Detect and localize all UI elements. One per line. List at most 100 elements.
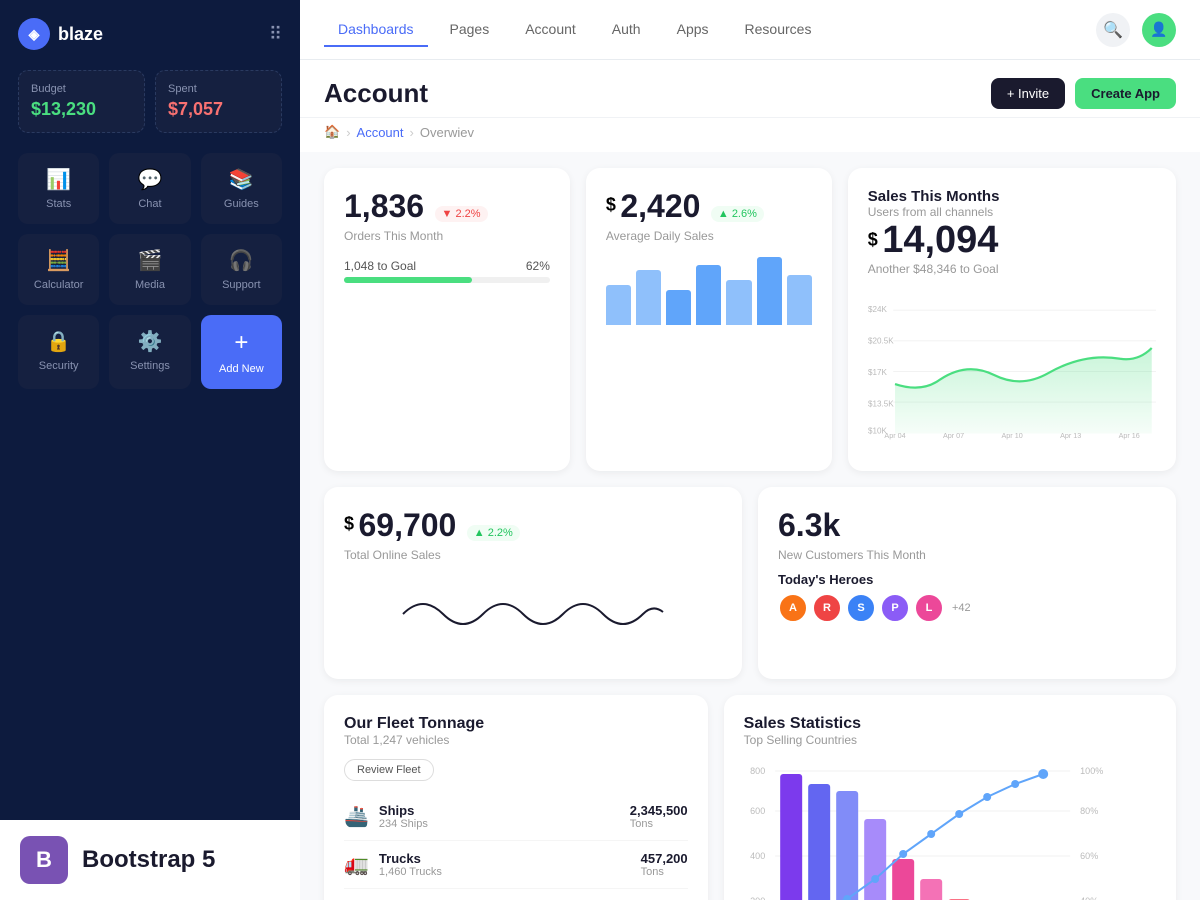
bootstrap-text: Bootstrap 5	[82, 846, 215, 874]
dollar-sign: $	[606, 195, 616, 215]
progress-text: 1,048 to Goal	[344, 259, 416, 273]
fleet-sub: Total 1,247 vehicles	[344, 733, 688, 747]
nav-account[interactable]: Account	[511, 13, 590, 47]
svg-text:40%: 40%	[1080, 896, 1098, 900]
fleet-card: Our Fleet Tonnage Total 1,247 vehicles R…	[324, 695, 708, 900]
spent-label: Spent	[168, 83, 269, 95]
breadcrumb-account[interactable]: Account	[357, 125, 404, 140]
budget-row: Budget $13,230 Spent $7,057	[18, 70, 282, 133]
sidebar-item-guides[interactable]: 📚 Guides	[201, 153, 282, 224]
orders-value: 1,836	[344, 188, 424, 224]
sidebar-item-label: Settings	[130, 360, 170, 372]
nav-auth[interactable]: Auth	[598, 13, 655, 47]
fleet-row-trucks: 🚛 Trucks 1,460 Trucks 457,200 Tons	[344, 841, 688, 889]
bar-1	[606, 285, 631, 325]
sidebar-item-stats[interactable]: 📊 Stats	[18, 153, 99, 224]
bootstrap-icon: B	[20, 836, 68, 884]
dollar-sign-2: $	[868, 230, 878, 250]
add-icon: +	[234, 329, 248, 357]
fleet-value: 2,345,500	[630, 803, 688, 818]
sidebar-item-media[interactable]: 🎬 Media	[109, 234, 190, 305]
sidebar-item-security[interactable]: 🔒 Security	[18, 315, 99, 389]
sidebar-item-add-new[interactable]: + Add New	[201, 315, 282, 389]
fleet-row-ships: 🚢 Ships 234 Ships 2,345,500 Tons	[344, 793, 688, 841]
svg-text:$17K: $17K	[868, 368, 888, 377]
orders-value-row: 1,836 ▼ 2.2%	[344, 188, 550, 225]
topnav-links: Dashboards Pages Account Auth Apps Resou…	[324, 13, 825, 47]
breadcrumb-overview: Overwiev	[420, 125, 474, 140]
svg-text:60%: 60%	[1080, 851, 1098, 861]
avg-sales-badge: ▲ 2.6%	[711, 206, 764, 222]
svg-text:600: 600	[750, 806, 765, 816]
sidebar-item-calculator[interactable]: 🧮 Calculator	[18, 234, 99, 305]
logo-text: blaze	[58, 24, 103, 45]
sidebar-item-label: Stats	[46, 198, 71, 210]
page-header-actions: + Invite Create App	[991, 78, 1176, 109]
progress-bar-bg	[344, 277, 550, 283]
sidebar-item-label: Media	[135, 279, 165, 291]
svg-text:80%: 80%	[1080, 806, 1098, 816]
create-app-button[interactable]: Create App	[1075, 78, 1176, 109]
fleet-count: 234 Ships	[379, 818, 428, 830]
avg-sales-value: 2,420	[620, 188, 700, 224]
breadcrumb-home: 🏠	[324, 124, 340, 140]
main-content: Dashboards Pages Account Auth Apps Resou…	[300, 0, 1200, 900]
avg-sales-card: $ 2,420 ▲ 2.6% Average Daily Sales	[586, 168, 832, 471]
sidebar-item-settings[interactable]: ⚙️ Settings	[109, 315, 190, 389]
sidebar-item-label: Calculator	[34, 279, 84, 291]
sales-goal-text: Another $48,346 to Goal	[868, 262, 1156, 276]
guides-icon: 📚	[229, 167, 254, 192]
fleet-row-planes: ✈️ Planes 8 Aircrafts 1,240 Tons	[344, 889, 688, 900]
svg-text:200: 200	[750, 896, 765, 900]
bar-4	[696, 265, 721, 325]
sidebar: ◈ blaze ⠿ Budget $13,230 Spent $7,057 📊 …	[0, 0, 300, 900]
review-fleet-button[interactable]: Review Fleet	[344, 759, 434, 781]
security-icon: 🔒	[46, 329, 71, 354]
nav-resources[interactable]: Resources	[731, 13, 826, 47]
svg-text:Apr 10: Apr 10	[1001, 431, 1022, 440]
metrics-row-2: $ 69,700 ▲ 2.2% Total Online Sales 6.3k …	[324, 487, 1176, 679]
hero-avatar-1: A	[778, 593, 808, 623]
sales-stats-card: Sales Statistics Top Selling Countries 8…	[724, 695, 1176, 900]
new-customers-card: 6.3k New Customers This Month Today's He…	[758, 487, 1176, 679]
search-button[interactable]: 🔍	[1096, 13, 1130, 47]
total-sales-value-row: $ 69,700 ▲ 2.2%	[344, 507, 722, 544]
spent-value: $7,057	[168, 99, 269, 120]
sidebar-item-label: Chat	[138, 198, 161, 210]
sidebar-item-label: Add New	[219, 363, 264, 375]
sidebar-menu-icon[interactable]: ⠿	[269, 24, 282, 45]
sidebar-item-label: Guides	[224, 198, 259, 210]
sidebar-item-chat[interactable]: 💬 Chat	[109, 153, 190, 224]
sidebar-item-support[interactable]: 🎧 Support	[201, 234, 282, 305]
user-avatar[interactable]: 👤	[1142, 13, 1176, 47]
logo-icon: ◈	[18, 18, 50, 50]
sidebar-item-label: Support	[222, 279, 261, 291]
nav-pages[interactable]: Pages	[436, 13, 504, 47]
settings-icon: ⚙️	[138, 329, 163, 354]
wavy-chart	[344, 574, 722, 654]
sales-stats-chart: 800 600 400 200	[744, 759, 1156, 900]
bootstrap-badge: B Bootstrap 5	[0, 820, 300, 900]
nav-apps[interactable]: Apps	[663, 13, 723, 47]
trucks-icon: 🚛	[344, 852, 369, 877]
svg-text:Apr 07: Apr 07	[943, 431, 964, 440]
svg-text:$13.5K: $13.5K	[868, 400, 894, 409]
progress-pct: 62%	[526, 259, 550, 273]
hero-avatar-3: S	[846, 593, 876, 623]
stats-title: Sales Statistics	[744, 715, 1156, 733]
hero-avatar-5: L	[914, 593, 944, 623]
svg-text:$20.5K: $20.5K	[868, 336, 894, 345]
nav-dashboards[interactable]: Dashboards	[324, 13, 428, 47]
stats-sub: Top Selling Countries	[744, 733, 1156, 747]
sidebar-item-label: Security	[39, 360, 79, 372]
nav-grid: 📊 Stats 💬 Chat 📚 Guides 🧮 Calculator 🎬 M…	[18, 153, 282, 389]
hero-avatar-4: P	[880, 593, 910, 623]
budget-value: $13,230	[31, 99, 132, 120]
avg-sales-label: Average Daily Sales	[606, 229, 812, 243]
svg-text:Apr 13: Apr 13	[1060, 431, 1081, 440]
invite-button[interactable]: + Invite	[991, 78, 1065, 109]
svg-text:100%: 100%	[1080, 766, 1103, 776]
svg-text:$24K: $24K	[868, 305, 888, 314]
budget-card: Budget $13,230	[18, 70, 145, 133]
bar-3	[666, 290, 691, 325]
